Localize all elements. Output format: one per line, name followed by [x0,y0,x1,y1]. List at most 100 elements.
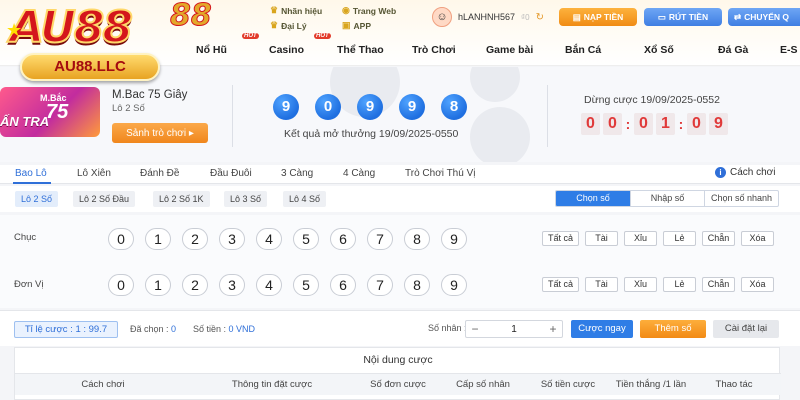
toplink-website[interactable]: ◉ Trang Web [342,5,396,16]
timer-digit: 0 [634,113,653,135]
nav-ban-ca[interactable]: Bắn Cá [565,44,601,56]
number-ball[interactable]: 4 [256,274,282,296]
quick-small-button[interactable]: Xỉu [624,231,657,246]
top-links: ♛ Nhãn hiệu ◉ Trang Web ♛ Đại Lý ▣ APP [270,3,420,33]
number-ball[interactable]: 0 [108,274,134,296]
odds-badge: Tỉ lệ cược : 1 : 99.7 [14,321,118,338]
balance: ₫0 [521,12,530,22]
tab-dau-duoi[interactable]: Đầu Đuôi [210,168,252,179]
game-lobby-button[interactable]: Sảnh trò chơi ▸ [112,123,208,143]
mode-chon-so[interactable]: Chọn số [556,191,630,206]
quick-even-button[interactable]: Chẵn [702,277,735,292]
tab-lo-xien[interactable]: Lô Xiên [77,168,111,179]
quick-small-button[interactable]: Xỉu [624,277,657,292]
tab-tro-choi-thu-vi[interactable]: Trò Chơi Thú Vị [405,168,475,179]
number-ball[interactable]: 8 [404,228,430,250]
number-ball[interactable]: 6 [330,274,356,296]
subtab-lo-2-so-1k[interactable]: Lô 2 Số 1K [153,191,210,207]
avatar[interactable]: ☺ [432,7,452,27]
result-label: Kết quả mở thưởng 19/09/2025-0550 [284,128,459,140]
quick-all-button[interactable]: Tất cả [542,277,579,292]
nav-game-bai[interactable]: Game bài [486,44,533,56]
number-ball[interactable]: 4 [256,228,282,250]
table-header: Cách chơi Thông tin đặt cược Số đơn cược… [15,373,781,395]
refresh-icon[interactable]: ↻ [536,12,544,23]
quick-all-button[interactable]: Tất cả [542,231,579,246]
bet-table-title: Nội dung cược [363,354,433,366]
nav-tro-choi[interactable]: Trò Chơi [412,44,456,56]
toplink-agent[interactable]: ♛ Đại Lý [270,20,307,31]
result-ball: 9 [357,94,383,120]
quick-even-button[interactable]: Chẵn [702,231,735,246]
quick-odd-button[interactable]: Lẻ [663,277,696,292]
number-ball[interactable]: 8 [404,274,430,296]
tab-bao-lo[interactable]: Bao Lô [15,168,47,179]
number-ball[interactable]: 1 [145,228,171,250]
tab-3-cang[interactable]: 3 Càng [281,168,313,179]
add-numbers-button[interactable]: Thêm số [640,320,706,338]
hot-badge: HOT [242,33,259,39]
quick-big-button[interactable]: Tài [585,277,618,292]
user-info: ☺ hLANHNH567 ₫0 ↻ [432,7,544,27]
subtab-lo-2-so[interactable]: Lô 2 Số [15,191,59,207]
bet-controls: Tỉ lệ cược : 1 : 99.7 Đã chọn : 0 Số tiề… [0,310,800,346]
nav-e-sports[interactable]: E-S [780,44,798,56]
row-label: Chục [14,232,37,243]
deposit-button[interactable]: ▤ NẠP TIỀN [559,8,637,26]
number-ball[interactable]: 7 [367,274,393,296]
number-ball[interactable]: 2 [182,274,208,296]
bet-now-button[interactable]: Cược ngay [571,320,633,338]
hot-badge: HOT [314,33,331,39]
quick-clear-button[interactable]: Xóa [741,277,774,292]
nav-the-thao[interactable]: Thể Thao [337,44,384,56]
number-ball[interactable]: 3 [219,274,245,296]
mode-chon-so-nhanh[interactable]: Chọn số nhanh [704,191,778,206]
multiplier-stepper: − 1 + [465,320,563,338]
info-icon: i [715,167,726,178]
number-ball[interactable]: 7 [367,228,393,250]
nav-xo-so[interactable]: Xổ Số [644,44,674,56]
number-ball[interactable]: 2 [182,228,208,250]
number-ball[interactable]: 0 [108,228,134,250]
quick-big-button[interactable]: Tài [585,231,618,246]
result-ball: 8 [441,94,467,120]
tab-danh-de[interactable]: Đánh Đề [140,168,179,179]
bet-content-table: Nội dung cược Cách chơi Thông tin đặt cư… [14,347,781,400]
globe-icon: ◉ [342,5,350,15]
withdraw-button[interactable]: ▭ RÚT TIỀN [644,8,722,26]
minus-button[interactable]: − [466,322,484,336]
site-logo[interactable]: ★ AU88 AU88.LLC [0,0,185,92]
column-header: Thao tác [715,379,753,390]
column-header: Thông tin đặt cược [231,379,313,390]
promo-banner[interactable]: M.Bắc 75 ẤN TRA [0,87,100,137]
nav-da-ga[interactable]: Đá Gà [718,44,748,56]
reset-button[interactable]: Cài đặt lại [713,320,779,338]
plus-button[interactable]: + [544,322,562,336]
number-ball[interactable]: 3 [219,228,245,250]
number-ball[interactable]: 5 [293,228,319,250]
number-ball[interactable]: 6 [330,228,356,250]
toplink-brand[interactable]: ♛ Nhãn hiệu [270,5,322,16]
number-ball[interactable]: 9 [441,228,467,250]
timer-digit: 1 [656,113,675,135]
subtab-lo-3-so[interactable]: Lô 3 Số [224,191,268,207]
multiplier-input[interactable]: 1 [484,324,544,335]
timer-separator: : [678,116,684,132]
transfer-button[interactable]: ⇄ CHUYỂN Q [728,8,800,26]
toplink-app[interactable]: ▣ APP [342,20,371,31]
timer-digit: 0 [687,113,706,135]
number-ball[interactable]: 9 [441,274,467,296]
subtab-lo-4-so[interactable]: Lô 4 Số [283,191,327,207]
quick-odd-button[interactable]: Lẻ [663,231,696,246]
subtab-lo-2-so-dau[interactable]: Lô 2 Số Đầu [73,191,136,207]
how-to-play-link[interactable]: i Cách chơi [715,167,775,178]
quick-clear-button[interactable]: Xóa [741,231,774,246]
number-ball[interactable]: 1 [145,274,171,296]
mode-nhap-so[interactable]: Nhập số [630,191,704,206]
number-ball[interactable]: 5 [293,274,319,296]
crown-icon: ♛ [270,5,279,15]
nav-no-hu[interactable]: Nổ Hũ [196,44,227,56]
username: hLANHNH567 [458,12,516,22]
tab-4-cang[interactable]: 4 Càng [343,168,375,179]
nav-casino[interactable]: Casino [269,44,304,56]
